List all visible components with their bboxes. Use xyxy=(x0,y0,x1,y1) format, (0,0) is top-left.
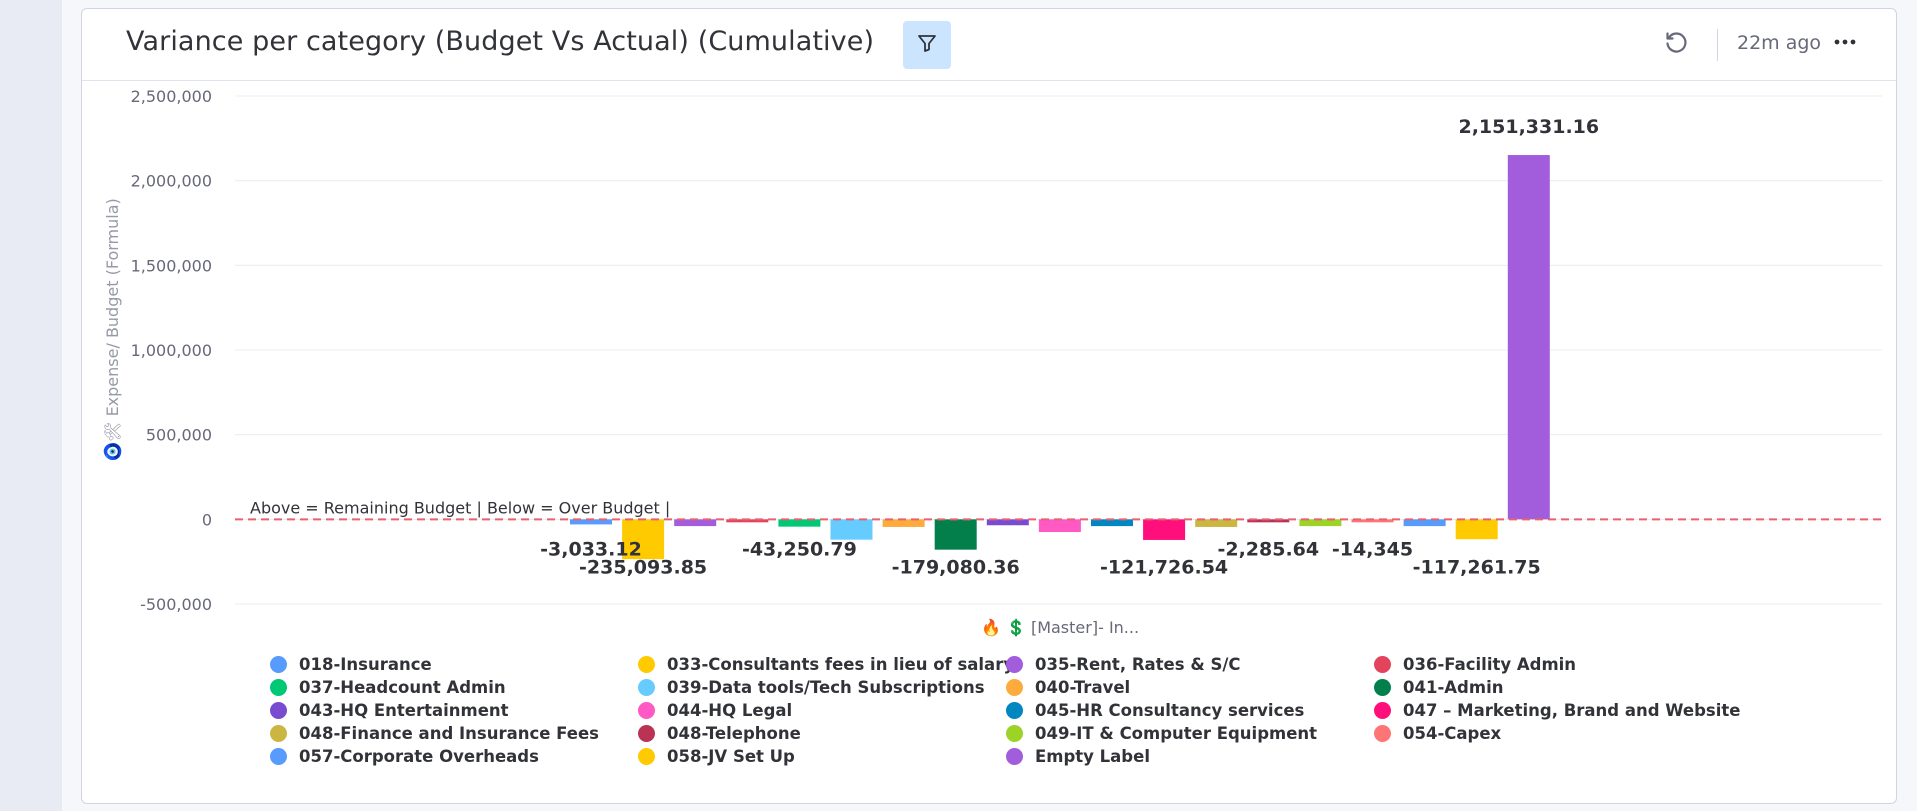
legend-item[interactable]: 037-Headcount Admin xyxy=(270,678,506,697)
legend-label: 037-Headcount Admin xyxy=(299,678,506,697)
legend-item[interactable]: 039-Data tools/Tech Subscriptions xyxy=(638,678,985,697)
legend-label: 045-HR Consultancy services xyxy=(1035,701,1305,720)
data-label: -43,250.79 xyxy=(742,538,857,560)
legend-item[interactable]: 036-Facility Admin xyxy=(1374,655,1576,674)
legend-swatch xyxy=(1374,702,1391,719)
y-tick-label: 500,000 xyxy=(146,426,212,445)
legend-label: 040-Travel xyxy=(1035,678,1131,697)
bar-8 xyxy=(934,519,977,550)
legend-swatch xyxy=(270,702,287,719)
data-label: -3,033.12 xyxy=(540,538,642,560)
legend-item[interactable]: 049-IT & Computer Equipment xyxy=(1006,724,1317,743)
legend-swatch xyxy=(270,725,287,742)
legend-label: 049-IT & Computer Equipment xyxy=(1035,724,1318,743)
bar-12 xyxy=(1143,519,1186,540)
y-tick-label: 1,500,000 xyxy=(131,256,212,275)
bar-18 xyxy=(1455,519,1498,540)
legend-label: 018-Insurance xyxy=(299,655,432,674)
legend-swatch xyxy=(638,679,655,696)
legend-swatch xyxy=(1006,748,1023,765)
legend-label: 054-Capex xyxy=(1403,724,1502,743)
legend-item[interactable]: 057-Corporate Overheads xyxy=(270,747,539,766)
reference-line-label: Above = Remaining Budget | Below = Over … xyxy=(250,498,670,517)
bar-3 xyxy=(674,519,717,527)
legend-item[interactable]: 044-HQ Legal xyxy=(638,701,792,720)
legend-item[interactable]: 040-Travel xyxy=(1006,678,1130,697)
legend-item[interactable]: 048-Finance and Insurance Fees xyxy=(270,724,599,743)
legend-swatch xyxy=(638,702,655,719)
legend-item[interactable]: 054-Capex xyxy=(1374,724,1501,743)
legend-item[interactable]: 033-Consultants fees in lieu of salary xyxy=(638,655,1014,674)
y-tick-label: 2,000,000 xyxy=(131,172,212,191)
bar-17 xyxy=(1403,519,1446,527)
legend-label: 033-Consultants fees in lieu of salary xyxy=(667,655,1015,674)
legend-swatch xyxy=(1374,656,1391,673)
bar-5 xyxy=(778,519,821,527)
bar-6 xyxy=(830,519,873,540)
legend-item[interactable]: 045-HR Consultancy services xyxy=(1006,701,1304,720)
legend-label: 043-HQ Entertainment xyxy=(299,701,509,720)
legend-label: 057-Corporate Overheads xyxy=(299,747,539,766)
legend-label: 041-Admin xyxy=(1403,678,1504,697)
legend-label: 044-HQ Legal xyxy=(667,701,793,720)
data-label: -121,726.54 xyxy=(1100,556,1228,578)
data-label: -179,080.36 xyxy=(892,556,1020,578)
y-axis-label: 🧿🛠 Expense/ Budget (Formula) xyxy=(103,198,122,462)
legend-swatch xyxy=(270,748,287,765)
data-label: -2,285.64 xyxy=(1217,538,1319,560)
legend-item[interactable]: 048-Telephone xyxy=(638,724,801,743)
legend-item[interactable]: 035-Rent, Rates & S/C xyxy=(1006,655,1240,674)
legend-swatch xyxy=(638,725,655,742)
legend-swatch xyxy=(638,656,655,673)
legend-label: 047 – Marketing, Brand and Website xyxy=(1403,701,1741,720)
y-tick-label: 1,000,000 xyxy=(131,341,212,360)
bar-15 xyxy=(1299,519,1342,527)
data-label: -14,345 xyxy=(1332,538,1413,560)
legend-swatch xyxy=(1374,679,1391,696)
legend-label: 035-Rent, Rates & S/C xyxy=(1035,655,1241,674)
legend-label: Empty Label xyxy=(1035,747,1150,766)
legend-swatch xyxy=(1006,725,1023,742)
legend-swatch xyxy=(1374,725,1391,742)
legend-label: 048-Telephone xyxy=(667,724,801,743)
legend-label: 039-Data tools/Tech Subscriptions xyxy=(667,678,985,697)
legend-label: 058-JV Set Up xyxy=(667,747,795,766)
bar-10 xyxy=(1038,519,1081,533)
legend-label: 048-Finance and Insurance Fees xyxy=(299,724,599,743)
legend-swatch xyxy=(1006,656,1023,673)
legend-item[interactable]: 043-HQ Entertainment xyxy=(270,701,509,720)
legend-item[interactable]: 058-JV Set Up xyxy=(638,747,795,766)
bar-13 xyxy=(1195,519,1238,527)
legend-item[interactable]: 018-Insurance xyxy=(270,655,432,674)
legend-swatch xyxy=(1006,679,1023,696)
x-axis-label: 🔥 💲 [Master]- In... xyxy=(981,618,1139,637)
legend-item[interactable]: 041-Admin xyxy=(1374,678,1503,697)
bar-19 xyxy=(1507,155,1550,520)
y-tick-label: -500,000 xyxy=(140,595,212,614)
data-label: 2,151,331.16 xyxy=(1458,116,1599,138)
bar-11 xyxy=(1091,519,1133,527)
data-label: -117,261.75 xyxy=(1413,556,1541,578)
y-tick-label: 2,500,000 xyxy=(131,87,212,106)
legend-item[interactable]: Empty Label xyxy=(1006,747,1150,766)
legend-swatch xyxy=(638,748,655,765)
legend-swatch xyxy=(1006,702,1023,719)
legend-item[interactable]: 047 – Marketing, Brand and Website xyxy=(1374,701,1740,720)
legend-swatch xyxy=(270,679,287,696)
bar-7 xyxy=(882,519,925,527)
legend-label: 036-Facility Admin xyxy=(1403,655,1577,674)
legend-swatch xyxy=(270,656,287,673)
y-tick-label: 0 xyxy=(202,510,212,529)
